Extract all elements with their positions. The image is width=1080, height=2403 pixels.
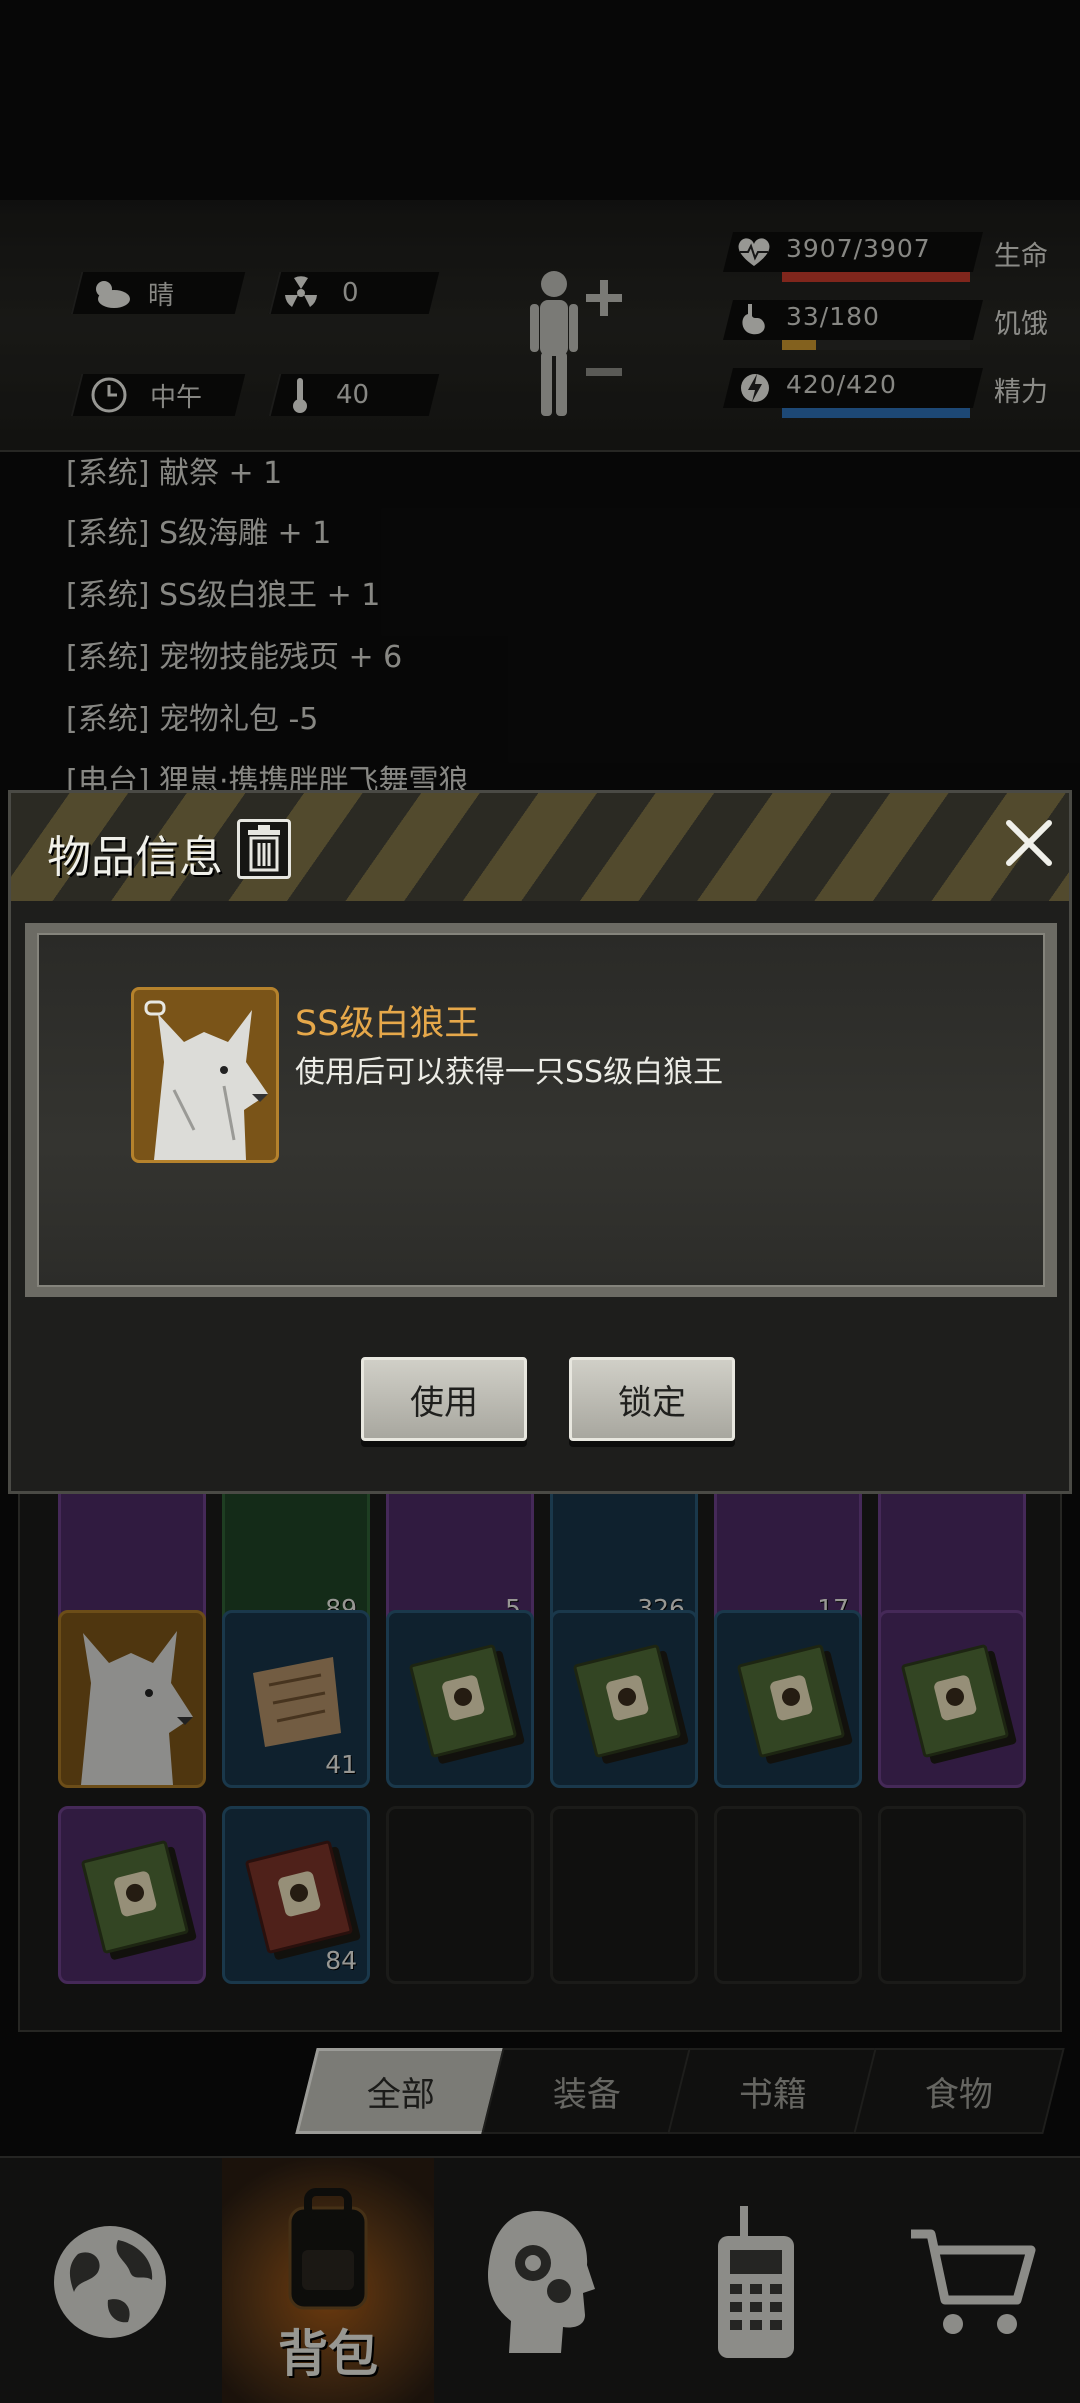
white-wolf-icon (144, 1000, 268, 1160)
item-name: SS级白狼王 (295, 1004, 480, 1044)
trash-icon (248, 825, 280, 872)
close-button[interactable] (1001, 815, 1057, 871)
use-button[interactable]: 使用 (361, 1357, 527, 1441)
item-description: 使用后可以获得一只SS级白狼王 (295, 1055, 724, 1090)
discard-button[interactable] (237, 819, 291, 879)
item-detail-panel: SS级白狼王 使用后可以获得一只SS级白狼王 (25, 923, 1057, 1297)
dialog-title: 物品信息 (47, 832, 223, 883)
lock-button[interactable]: 锁定 (569, 1357, 735, 1441)
close-icon (1006, 820, 1052, 866)
item-icon-white-wolf (131, 987, 279, 1163)
item-info-dialog: 物品信息 SS级白狼王 使用后可以获得一只SS级白狼王 使用 锁定 (8, 790, 1072, 1494)
